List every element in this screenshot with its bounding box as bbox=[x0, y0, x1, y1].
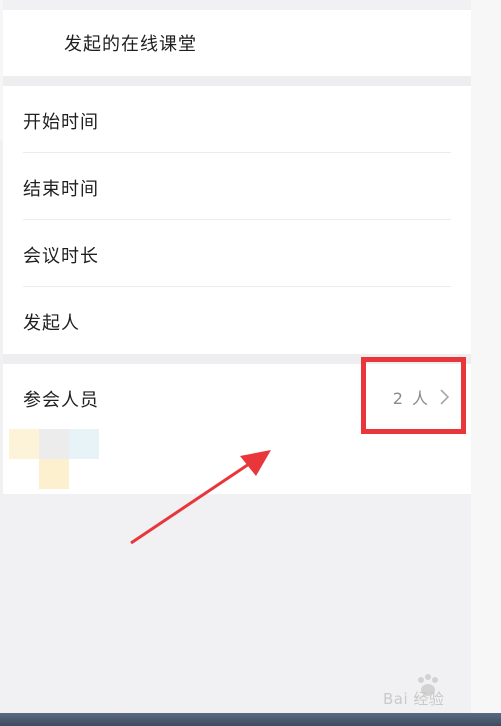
page-title: 发起的在线课堂 bbox=[64, 34, 197, 55]
avatar[interactable] bbox=[69, 429, 99, 459]
duration-row: 会议时长 bbox=[3, 220, 471, 287]
section-gap bbox=[3, 76, 471, 86]
attendees-label: 参会人员 bbox=[23, 390, 99, 411]
bottom-taskbar bbox=[0, 713, 501, 726]
host-label: 发起人 bbox=[23, 313, 80, 334]
start-time-label: 开始时间 bbox=[23, 112, 99, 133]
meeting-info-card: 开始时间 结束时间 会议时长 发起人 bbox=[3, 86, 471, 354]
duration-label: 会议时长 bbox=[23, 246, 99, 267]
avatar[interactable] bbox=[39, 459, 69, 489]
page-title-card: 发起的在线课堂 bbox=[3, 10, 471, 76]
highlight-annotation-box bbox=[361, 357, 466, 434]
host-row: 发起人 bbox=[3, 287, 471, 354]
attendee-avatars[interactable] bbox=[9, 429, 105, 489]
end-time-label: 结束时间 bbox=[23, 179, 99, 200]
avatar[interactable] bbox=[39, 429, 69, 459]
end-time-row: 结束时间 bbox=[3, 153, 471, 220]
watermark-text: Bai 经验 bbox=[383, 690, 445, 708]
avatar[interactable] bbox=[9, 429, 39, 459]
start-time-row: 开始时间 bbox=[3, 86, 471, 153]
right-edge bbox=[471, 0, 501, 713]
